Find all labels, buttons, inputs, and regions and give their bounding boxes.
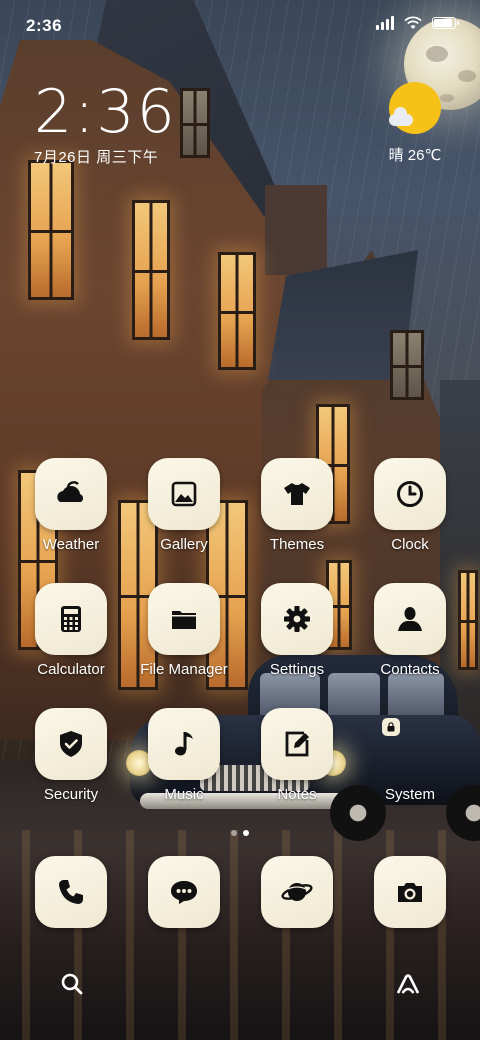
clock-widget-date: 7月26日 周三下午 bbox=[34, 149, 159, 166]
lock-icon bbox=[382, 718, 400, 736]
music-app-icon[interactable] bbox=[148, 708, 220, 780]
contact-person-icon bbox=[398, 607, 422, 631]
app-label: File Manager bbox=[140, 661, 228, 678]
gallery-icon bbox=[171, 481, 197, 507]
camera-app-icon[interactable] bbox=[374, 856, 446, 928]
clock-widget-time: 2:36 bbox=[34, 77, 177, 147]
app-label: Themes bbox=[269, 536, 325, 553]
app-gallery[interactable]: Gallery bbox=[134, 458, 234, 553]
app-system-folder[interactable]: System bbox=[360, 708, 460, 803]
app-music[interactable]: Music bbox=[134, 708, 234, 803]
phone-app-icon[interactable] bbox=[35, 856, 107, 928]
gear-icon bbox=[284, 606, 310, 632]
weather-temp: 晴 26℃ bbox=[388, 147, 442, 164]
themes-tshirt-icon bbox=[284, 483, 310, 505]
app-weather[interactable]: Weather bbox=[21, 458, 121, 553]
gallery-app-icon[interactable] bbox=[148, 458, 220, 530]
app-contacts[interactable]: Contacts bbox=[360, 583, 460, 678]
status-bar: 2:36 bbox=[0, 0, 480, 50]
contacts-app-icon[interactable] bbox=[374, 583, 446, 655]
calculator-app-icon[interactable] bbox=[35, 583, 107, 655]
app-label: Notes bbox=[277, 786, 317, 803]
app-clock[interactable]: Clock bbox=[360, 458, 460, 553]
app-themes[interactable]: Themes bbox=[247, 458, 347, 553]
app-security[interactable]: Security bbox=[21, 708, 121, 803]
sunny-partly-cloudy-icon bbox=[389, 82, 441, 134]
app-settings[interactable]: Settings bbox=[247, 583, 347, 678]
dock-messages[interactable] bbox=[134, 856, 234, 928]
status-time: 2:36 bbox=[26, 16, 63, 35]
app-label: Music bbox=[164, 786, 204, 803]
notes-pencil-icon bbox=[285, 731, 309, 757]
weather-app-icon[interactable] bbox=[35, 458, 107, 530]
cellular-signal-icon bbox=[376, 16, 394, 30]
browser-app-icon[interactable] bbox=[261, 856, 333, 928]
app-label: Settings bbox=[269, 661, 325, 678]
page-dot bbox=[231, 830, 237, 836]
music-note-icon bbox=[175, 732, 193, 756]
file-manager-app-icon[interactable] bbox=[148, 583, 220, 655]
app-label: Gallery bbox=[160, 536, 208, 553]
app-label: Calculator bbox=[37, 661, 105, 678]
bottom-bar bbox=[0, 960, 480, 1004]
wifi-icon bbox=[404, 16, 422, 29]
shield-check-icon bbox=[60, 731, 82, 757]
dock-phone[interactable] bbox=[21, 856, 121, 928]
camera-icon bbox=[398, 883, 422, 902]
app-label: Weather bbox=[42, 536, 100, 553]
weather-icon bbox=[57, 481, 84, 502]
page-dot-active bbox=[243, 830, 249, 836]
phone-icon bbox=[59, 880, 83, 904]
settings-app-icon[interactable] bbox=[261, 583, 333, 655]
calculator-icon bbox=[61, 606, 81, 632]
battery-icon bbox=[432, 17, 459, 29]
dock-camera[interactable] bbox=[360, 856, 460, 928]
app-file-manager[interactable]: File Manager bbox=[134, 583, 234, 678]
clock-app-icon[interactable] bbox=[374, 458, 446, 530]
security-app-icon[interactable] bbox=[35, 708, 107, 780]
browser-planet-icon bbox=[281, 883, 313, 901]
app-notes[interactable]: Notes bbox=[247, 708, 347, 803]
notes-app-icon[interactable] bbox=[261, 708, 333, 780]
app-label: Contacts bbox=[380, 661, 440, 678]
dock-browser[interactable] bbox=[247, 856, 347, 928]
folder-icon bbox=[172, 611, 196, 629]
messages-app-icon[interactable] bbox=[148, 856, 220, 928]
search-icon[interactable] bbox=[58, 970, 86, 998]
messages-icon bbox=[171, 881, 197, 904]
gesture-a-icon[interactable] bbox=[394, 970, 422, 998]
app-label: System bbox=[384, 786, 435, 803]
clock-widget[interactable]: 2:36 7月26日 周三下午 bbox=[34, 80, 177, 167]
weather-widget[interactable]: 晴 26℃ bbox=[380, 82, 450, 165]
themes-app-icon[interactable] bbox=[261, 458, 333, 530]
app-label: Clock bbox=[391, 536, 429, 553]
page-indicator bbox=[0, 830, 480, 836]
clock-icon bbox=[397, 481, 423, 507]
app-label: Security bbox=[43, 786, 99, 803]
app-calculator[interactable]: Calculator bbox=[21, 583, 121, 678]
